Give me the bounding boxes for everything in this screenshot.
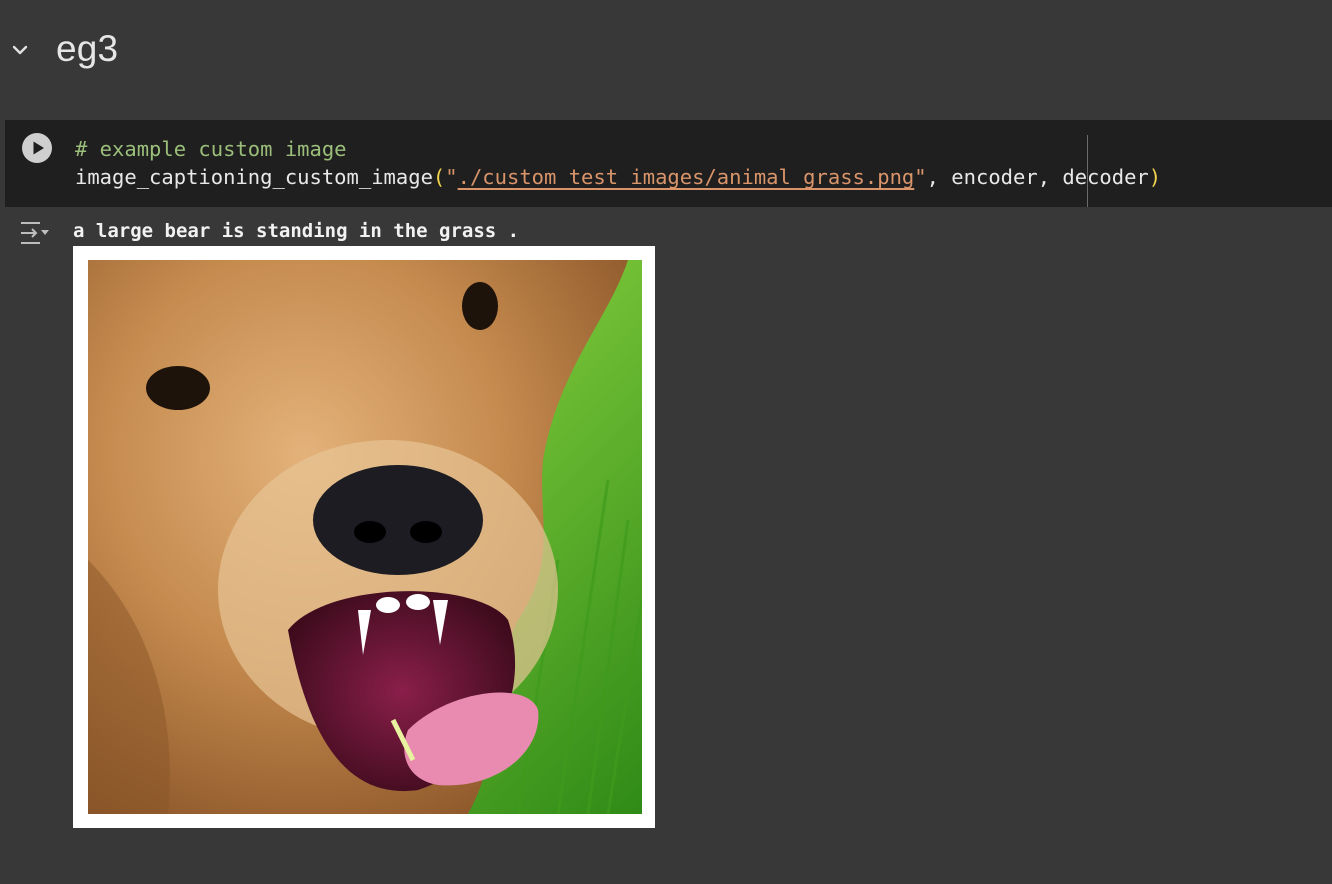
code-close-paren: ) (1148, 165, 1162, 189)
output-caption: a large bear is standing in the grass . (73, 220, 520, 242)
code-function-name: image_captioning_custom_image (75, 165, 433, 189)
play-circle-icon (23, 134, 51, 162)
code-quote-close: " (914, 165, 927, 189)
code-arguments: , encoder, decoder (926, 165, 1149, 189)
code-quote-open: " (445, 165, 458, 189)
code-file-path-link[interactable]: ./custom_test_images/animal_grass.png (458, 165, 915, 189)
run-cell-button[interactable] (22, 133, 52, 163)
output-toggle-icon (21, 222, 49, 244)
section-title: eg3 (56, 28, 119, 69)
code-editor[interactable]: # example custom image image_captioning_… (75, 135, 1161, 191)
code-cell[interactable]: # example custom image image_captioning_… (5, 120, 1332, 207)
output-toggle-button[interactable] (18, 218, 52, 248)
animal-photo (88, 260, 642, 814)
chevron-down-icon (12, 45, 28, 55)
code-open-paren: ( (432, 165, 446, 189)
output-image (73, 246, 655, 828)
collapse-section-button[interactable] (8, 38, 32, 62)
code-comment: # example custom image (75, 137, 347, 161)
section-header: eg3 (0, 0, 1332, 110)
text-cursor (1087, 135, 1088, 207)
